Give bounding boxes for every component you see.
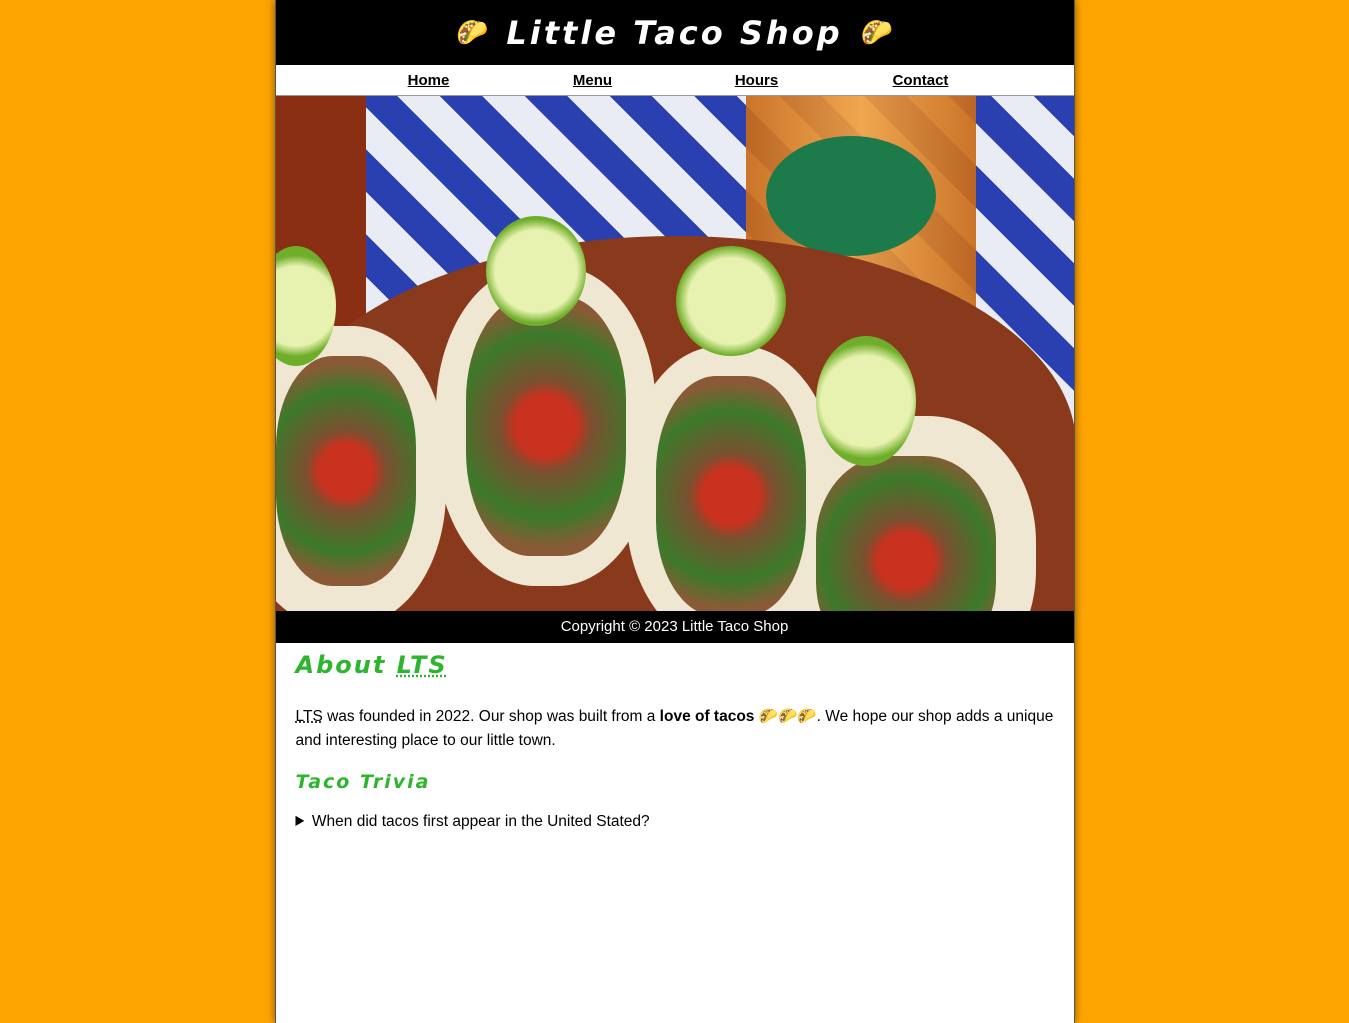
trivia-question-summary[interactable]: When did tacos first appear in the Unite… — [296, 813, 1054, 831]
copyright-bar: Copyright © 2023 Little Taco Shop — [275, 611, 1074, 643]
nav-home[interactable]: Home — [347, 72, 511, 89]
hero-image — [275, 96, 1074, 611]
nav-hours[interactable]: Hours — [675, 72, 839, 89]
nav-menu[interactable]: Menu — [511, 72, 675, 89]
trivia-question[interactable]: When did tacos first appear in the Unite… — [296, 813, 1054, 831]
site-title: Little Taco Shop — [506, 13, 843, 52]
main-nav: Home Menu Hours Contact — [275, 65, 1074, 96]
lts-abbr: LTS — [295, 708, 323, 725]
site-header: 🌮 Little Taco Shop 🌮 — [275, 0, 1074, 65]
trivia-heading: Taco Trivia — [295, 771, 431, 793]
nav-contact[interactable]: Contact — [839, 72, 1003, 89]
taco-icon: 🌮 — [456, 17, 489, 48]
taco-icon: 🌮🌮🌮 — [754, 708, 817, 725]
page: 🌮 Little Taco Shop 🌮 Home Menu Hours Con… — [274, 0, 1075, 1023]
taco-icon: 🌮 — [860, 17, 893, 48]
about-heading: About LTS — [295, 651, 448, 679]
lts-abbr: LTS — [396, 651, 448, 679]
about-paragraph: LTS was founded in 2022. Our shop was bu… — [295, 708, 1054, 749]
main-content: About LTS LTS was founded in 2022. Our s… — [276, 651, 1074, 831]
